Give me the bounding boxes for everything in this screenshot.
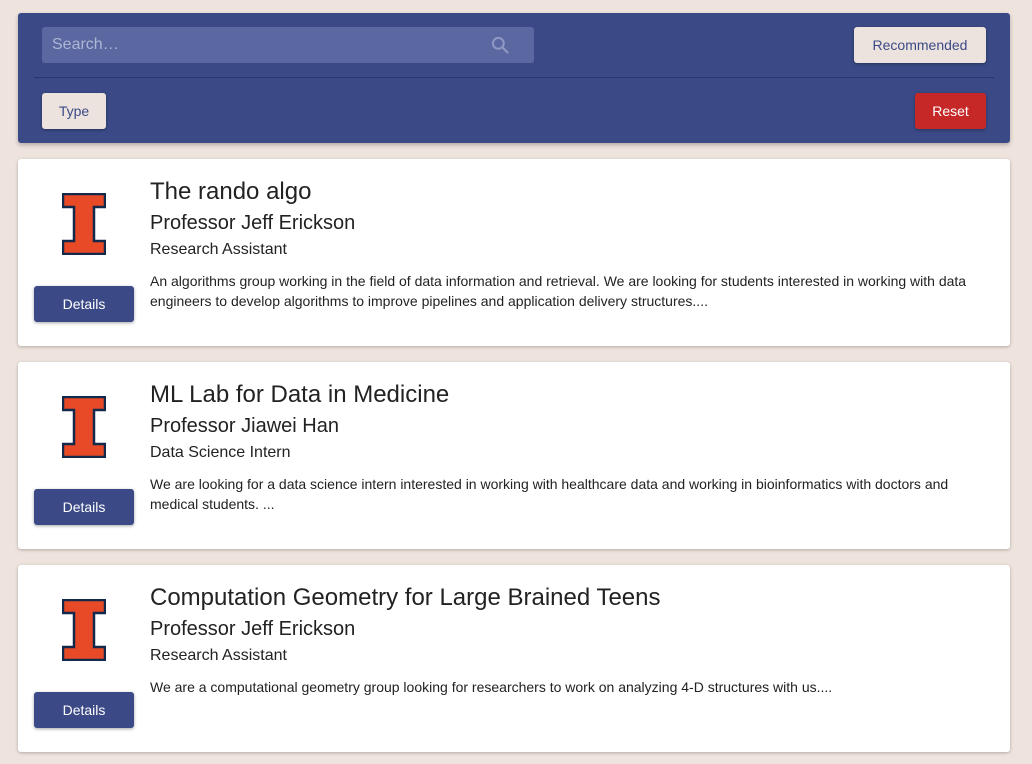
search-box[interactable] — [42, 27, 534, 63]
listing-description: We are looking for a data science intern… — [150, 476, 949, 512]
listing-title: ML Lab for Data in Medicine — [150, 381, 450, 408]
details-button[interactable]: Details — [34, 692, 134, 728]
search-icon[interactable] — [490, 35, 510, 55]
type-filter-button[interactable]: Type — [42, 93, 106, 129]
listing-professor: Professor Jeff Erickson — [150, 212, 356, 234]
illinois-block-i-icon — [62, 599, 106, 661]
listing-title: The rando algo — [150, 178, 312, 205]
sort-recommended-button[interactable]: Recommended — [854, 27, 986, 63]
reset-button[interactable]: Reset — [915, 93, 986, 129]
listing-professor: Professor Jiawei Han — [150, 415, 339, 437]
listing-professor: Professor Jeff Erickson — [150, 618, 356, 640]
listing-card: Details Computation Geometry for Large B… — [18, 565, 1010, 752]
illinois-block-i-icon — [62, 193, 106, 255]
listing-card: Details The rando algo Professor Jeff Er… — [18, 159, 1010, 346]
illinois-block-i-icon — [62, 396, 106, 458]
search-input[interactable] — [52, 27, 482, 63]
filter-toolbar: Recommended Type Reset — [18, 13, 1010, 143]
details-button[interactable]: Details — [34, 489, 134, 525]
listing-position: Research Assistant — [150, 647, 287, 664]
listing-title: Computation Geometry for Large Brained T… — [150, 584, 661, 611]
listing-description: We are a computational geometry group lo… — [150, 679, 833, 695]
listing-card: Details ML Lab for Data in Medicine Prof… — [18, 362, 1010, 549]
details-button[interactable]: Details — [34, 286, 134, 322]
listing-description: An algorithms group working in the field… — [150, 273, 967, 309]
listing-position: Data Science Intern — [150, 444, 291, 461]
toolbar-divider — [34, 77, 994, 78]
listing-position: Research Assistant — [150, 241, 287, 258]
